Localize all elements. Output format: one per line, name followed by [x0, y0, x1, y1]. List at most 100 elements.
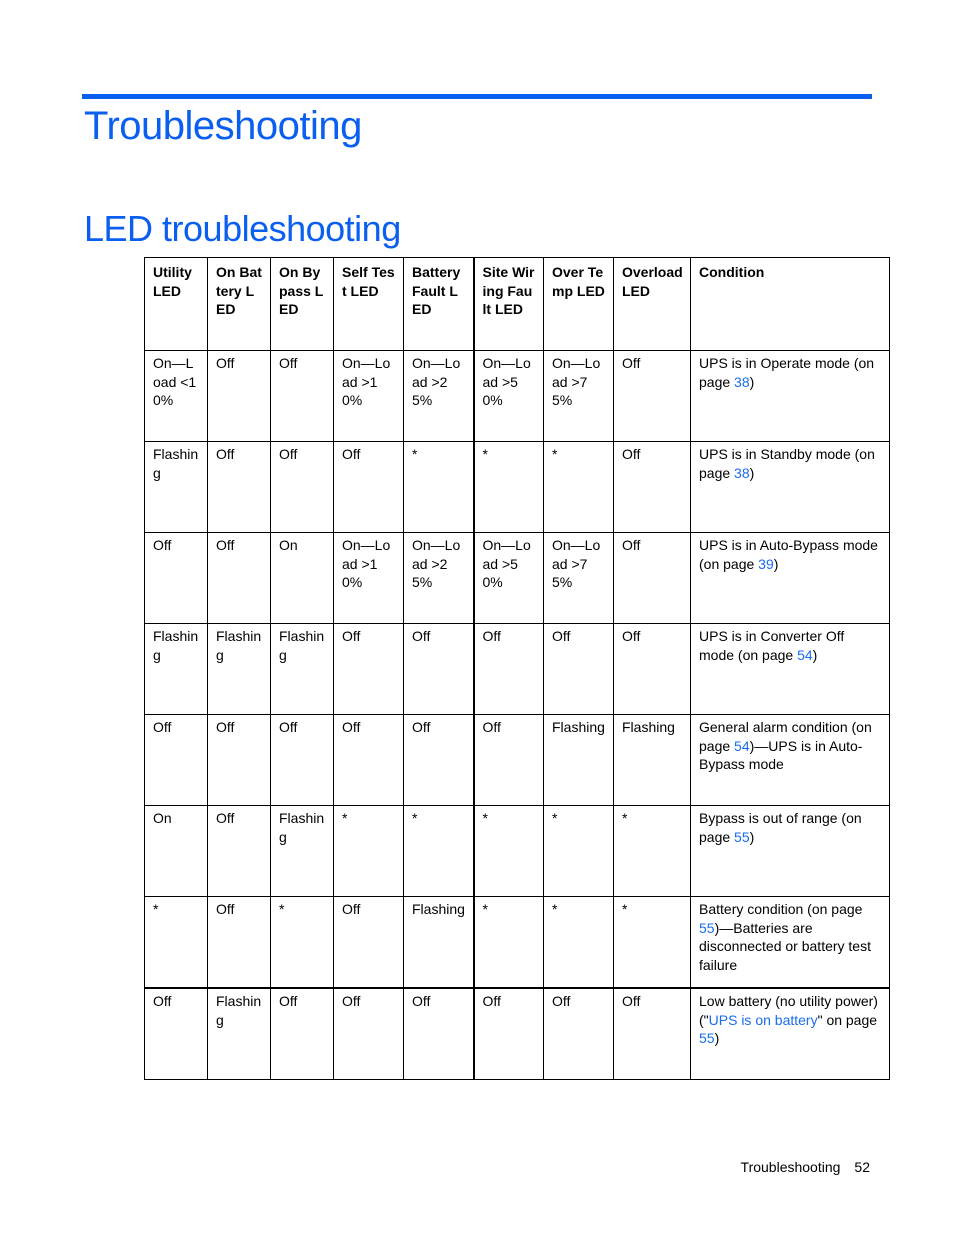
cell-over-temp: Flashing: [543, 714, 614, 806]
page-link[interactable]: UPS is on battery: [709, 1012, 818, 1028]
cell-condition: UPS is in Converter Off mode (on page 54…: [690, 623, 890, 715]
cell-self-test: Off: [333, 623, 404, 715]
cell-condition: Low battery (no utility power) ("UPS is …: [690, 987, 890, 1080]
cell-overload: Off: [613, 623, 691, 715]
condition-text: UPS is in Standby mode (on page: [699, 446, 875, 481]
cell-self-test: Off: [333, 714, 404, 806]
condition-text: Bypass is out of range (on page: [699, 810, 862, 845]
cell-site-wiring-fault: *: [472, 441, 544, 533]
header-site-wiring-fault-led: Site Wiring Fault LED: [472, 257, 544, 351]
cell-on-battery: Off: [207, 350, 271, 442]
cell-battery-fault: *: [403, 441, 474, 533]
condition-text: ): [749, 464, 755, 481]
cell-over-temp: On—Load >75%: [543, 350, 614, 442]
cell-battery-fault: On—Load >25%: [403, 532, 474, 624]
header-over-temp-led: Over Temp LED: [543, 257, 614, 351]
table-row: * Off * Off Flashing * * * Battery condition (on…: [144, 896, 890, 989]
cell-on-battery: Off: [207, 714, 271, 806]
cell-over-temp: Off: [543, 623, 614, 715]
cell-condition: Bypass is out of range (on page 55): [690, 805, 890, 897]
header-battery-fault-led: Battery Fault LED: [403, 257, 474, 351]
cell-battery-fault: On—Load >25%: [403, 350, 474, 442]
cell-site-wiring-fault: On—Load >50%: [472, 350, 544, 442]
cell-battery-fault: Off: [403, 987, 474, 1080]
condition-text: )—Batteries are disconnected or battery …: [699, 919, 871, 973]
cell-on-battery: Off: [207, 441, 271, 533]
cell-self-test: *: [333, 805, 404, 897]
table-row: Flashing Flashing Flashing Off Off Off Off Off U…: [144, 623, 890, 715]
led-troubleshooting-table: Utility LED On Battery LED On Bypass LED…: [144, 257, 890, 1080]
cell-self-test: On—Load >10%: [333, 532, 404, 624]
header-self-test-led: Self Test LED: [333, 257, 404, 351]
header-on-bypass-led: On Bypass LED: [270, 257, 334, 351]
cell-site-wiring-fault: Off: [472, 987, 544, 1080]
condition-text: UPS is in Converter Off mode (on page: [699, 628, 845, 663]
cell-utility: Off: [144, 532, 208, 624]
cell-on-bypass: Off: [270, 441, 334, 533]
footer-section: Troubleshooting: [740, 1159, 841, 1175]
cell-over-temp: Off: [543, 987, 614, 1080]
condition-text: UPS is in Auto-Bypass mode (on page: [699, 537, 878, 572]
cell-overload: Off: [613, 532, 691, 624]
cell-site-wiring-fault: Off: [472, 623, 544, 715]
cell-condition: UPS is in Operate mode (on page 38): [690, 350, 890, 442]
cell-self-test: On—Load >10%: [333, 350, 404, 442]
cell-condition: UPS is in Standby mode (on page 38): [690, 441, 890, 533]
cell-over-temp: *: [543, 805, 614, 897]
cell-self-test: Off: [333, 441, 404, 533]
section-title: LED troubleshooting: [84, 208, 401, 249]
chapter-title: Troubleshooting: [84, 104, 362, 148]
cell-overload: Off: [613, 350, 691, 442]
table-row: On—Load <10% Off Off On—Load >10% On—Load >2…: [144, 350, 890, 442]
cell-condition: Battery condition (on page 55)—Batteries…: [690, 896, 890, 989]
condition-text: ): [812, 646, 818, 663]
cell-on-battery: Flashing: [207, 987, 271, 1080]
cell-site-wiring-fault: *: [472, 805, 544, 897]
table-row: Off Off Off Off Off Off Flashing Flashing Genera…: [144, 714, 890, 806]
header-overload-led: Overload LED: [613, 257, 691, 351]
cell-utility: On: [144, 805, 208, 897]
cell-utility: Off: [144, 714, 208, 806]
page-link[interactable]: 54: [797, 647, 813, 663]
table-header-row: Utility LED On Battery LED On Bypass LED…: [144, 257, 890, 351]
cell-condition: General alarm condition (on page 54)—UPS…: [690, 714, 890, 806]
cell-over-temp: *: [543, 441, 614, 533]
page-footer: Troubleshooting 52: [741, 1159, 870, 1175]
page-link[interactable]: 38: [734, 465, 750, 481]
cell-battery-fault: Flashing: [403, 896, 474, 989]
cell-on-bypass: Flashing: [270, 805, 334, 897]
cell-over-temp: On—Load >75%: [543, 532, 614, 624]
page-link[interactable]: 54: [734, 738, 750, 754]
cell-utility: Flashing: [144, 623, 208, 715]
page-link[interactable]: 38: [734, 374, 750, 390]
cell-battery-fault: Off: [403, 714, 474, 806]
cell-battery-fault: Off: [403, 623, 474, 715]
page-link[interactable]: 55: [699, 920, 715, 936]
cell-overload: *: [613, 896, 691, 989]
table-row: On Off Flashing * * * * * Bypass is out of range…: [144, 805, 890, 897]
cell-utility: Flashing: [144, 441, 208, 533]
table-row: Off Off On On—Load >10% On—Load >25% On—Load …: [144, 532, 890, 624]
page-link[interactable]: 55: [734, 829, 750, 845]
page-link[interactable]: 39: [758, 556, 774, 572]
condition-text: ): [749, 373, 755, 390]
page-link[interactable]: 55: [699, 1030, 715, 1046]
condition-text: ): [773, 555, 779, 572]
cell-overload: Off: [613, 987, 691, 1080]
cell-on-bypass: Off: [270, 714, 334, 806]
cell-condition: UPS is in Auto-Bypass mode (on page 39): [690, 532, 890, 624]
cell-site-wiring-fault: *: [472, 896, 544, 989]
cell-on-bypass: Off: [270, 350, 334, 442]
condition-text: UPS is in Operate mode (on page: [699, 355, 875, 390]
header-condition: Condition: [690, 257, 890, 351]
cell-on-bypass: Flashing: [270, 623, 334, 715]
cell-on-bypass: Off: [270, 987, 334, 1080]
page-number: 52: [854, 1159, 870, 1175]
cell-on-battery: Off: [207, 805, 271, 897]
condition-text: ): [749, 828, 755, 845]
cell-on-bypass: On: [270, 532, 334, 624]
cell-on-battery: Flashing: [207, 623, 271, 715]
cell-self-test: Off: [333, 896, 404, 989]
cell-overload: *: [613, 805, 691, 897]
condition-text: " on page: [817, 1011, 878, 1028]
